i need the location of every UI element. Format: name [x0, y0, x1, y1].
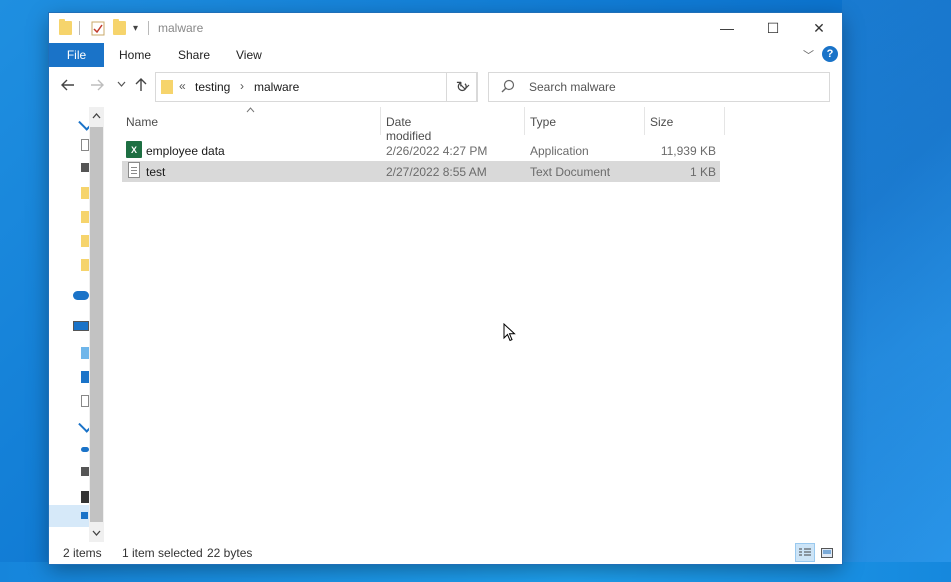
documents-icon[interactable] [81, 395, 89, 407]
folder-icon[interactable] [81, 211, 89, 223]
expand-ribbon-chevron-icon[interactable]: ﹀ [803, 47, 814, 63]
title-bar: ▾ malware — ☐ ✕ [49, 13, 842, 43]
file-list[interactable]: Name Date modified Type Size X employee … [104, 107, 842, 542]
tab-view[interactable]: View [236, 48, 262, 62]
navigation-bar: « testing › malware ↻ [49, 67, 842, 107]
close-button[interactable]: ✕ [796, 13, 842, 43]
text-document-icon [128, 162, 140, 178]
pictures-icon[interactable] [81, 467, 89, 476]
pictures-icon[interactable] [81, 163, 89, 172]
minimize-button[interactable]: — [704, 13, 750, 43]
file-name: employee data [146, 144, 225, 158]
excel-icon: X [126, 141, 142, 158]
tab-file[interactable]: File [49, 43, 104, 67]
tab-share[interactable]: Share [178, 48, 210, 62]
file-type: Application [530, 144, 589, 158]
large-icons-view-icon [821, 547, 833, 558]
file-size: 11,939 KB [660, 144, 716, 158]
breadcrumb-overflow[interactable]: « [179, 79, 186, 93]
desktop-wallpaper [842, 0, 951, 582]
column-header-size[interactable]: Size [650, 115, 673, 129]
folder-icon[interactable] [81, 235, 89, 247]
recent-locations-chevron-icon[interactable] [117, 79, 126, 90]
back-arrow-icon[interactable] [61, 78, 75, 96]
window-title: malware [158, 21, 204, 35]
details-view-icon [799, 548, 811, 555]
column-header-name[interactable]: Name [126, 115, 158, 129]
column-header-date-modified[interactable]: Date modified [386, 115, 431, 143]
ribbon-tabs: File Home Share View ﹀ ? [49, 43, 842, 67]
forward-arrow-icon[interactable] [90, 78, 104, 96]
item-count: 2 items [63, 546, 102, 560]
sort-caret-up-icon [246, 105, 255, 115]
tab-home[interactable]: Home [119, 48, 151, 62]
address-folder-icon [161, 80, 173, 94]
file-type: Text Document [530, 165, 611, 179]
onedrive-icon[interactable] [73, 291, 89, 300]
selection-count: 1 item selected [122, 546, 203, 560]
properties-quick-access-icon[interactable] [91, 19, 105, 37]
search-icon [501, 79, 515, 96]
file-date: 2/26/2022 4:27 PM [386, 144, 488, 158]
videos-icon[interactable] [81, 491, 89, 503]
large-icons-view-button[interactable] [817, 543, 837, 562]
navigation-pane[interactable] [49, 107, 104, 542]
documents-icon[interactable] [81, 139, 89, 151]
file-name: test [146, 165, 166, 179]
file-row-test[interactable]: test 2/27/2022 8:55 AM Text Document 1 K… [122, 161, 720, 182]
search-box[interactable] [488, 72, 830, 102]
breadcrumb-testing[interactable]: testing [195, 80, 230, 94]
music-icon[interactable] [81, 447, 89, 452]
3d-objects-icon[interactable] [81, 371, 89, 383]
window-folder-icon [59, 19, 72, 37]
selection-size: 22 bytes [207, 546, 253, 560]
status-bar: 2 items 1 item selected 22 bytes [49, 542, 842, 564]
maximize-button[interactable]: ☐ [750, 13, 796, 43]
desktop-wallpaper-band [0, 562, 951, 582]
file-explorer-window: ▾ malware — ☐ ✕ File Home Share View ﹀ ?… [49, 13, 842, 564]
column-divider[interactable] [524, 107, 525, 135]
help-icon[interactable]: ? [822, 46, 838, 62]
drive-icon[interactable] [81, 512, 88, 519]
breadcrumb-separator-icon[interactable]: › [240, 79, 244, 93]
refresh-button[interactable]: ↻ [446, 72, 478, 102]
folder-icon[interactable] [81, 259, 89, 271]
scroll-up-chevron-icon[interactable] [92, 111, 101, 121]
column-divider[interactable] [644, 107, 645, 135]
file-row-employee-data[interactable]: X employee data 2/26/2022 4:27 PM Applic… [122, 140, 720, 161]
scroll-down-chevron-icon[interactable] [92, 528, 101, 538]
customize-quick-access-icon[interactable]: ▾ [133, 19, 138, 37]
column-divider[interactable] [724, 107, 725, 135]
search-input[interactable] [527, 73, 821, 101]
desktop-icon[interactable] [81, 347, 89, 359]
column-header-type[interactable]: Type [530, 115, 556, 129]
file-date: 2/27/2022 8:55 AM [386, 165, 487, 179]
details-view-button[interactable] [795, 543, 815, 562]
title-separator-2 [148, 21, 149, 35]
column-divider[interactable] [380, 107, 381, 135]
folder-icon[interactable] [81, 187, 89, 199]
refresh-icon: ↻ [455, 79, 469, 96]
up-arrow-icon[interactable] [135, 78, 147, 97]
title-separator [79, 21, 80, 35]
navigation-scrollbar-thumb[interactable] [90, 127, 103, 522]
file-size: 1 KB [689, 165, 716, 179]
new-folder-quick-access-icon[interactable] [113, 19, 126, 37]
address-bar[interactable]: « testing › malware [155, 72, 477, 102]
breadcrumb-malware[interactable]: malware [254, 80, 299, 94]
this-pc-icon[interactable] [73, 321, 89, 331]
